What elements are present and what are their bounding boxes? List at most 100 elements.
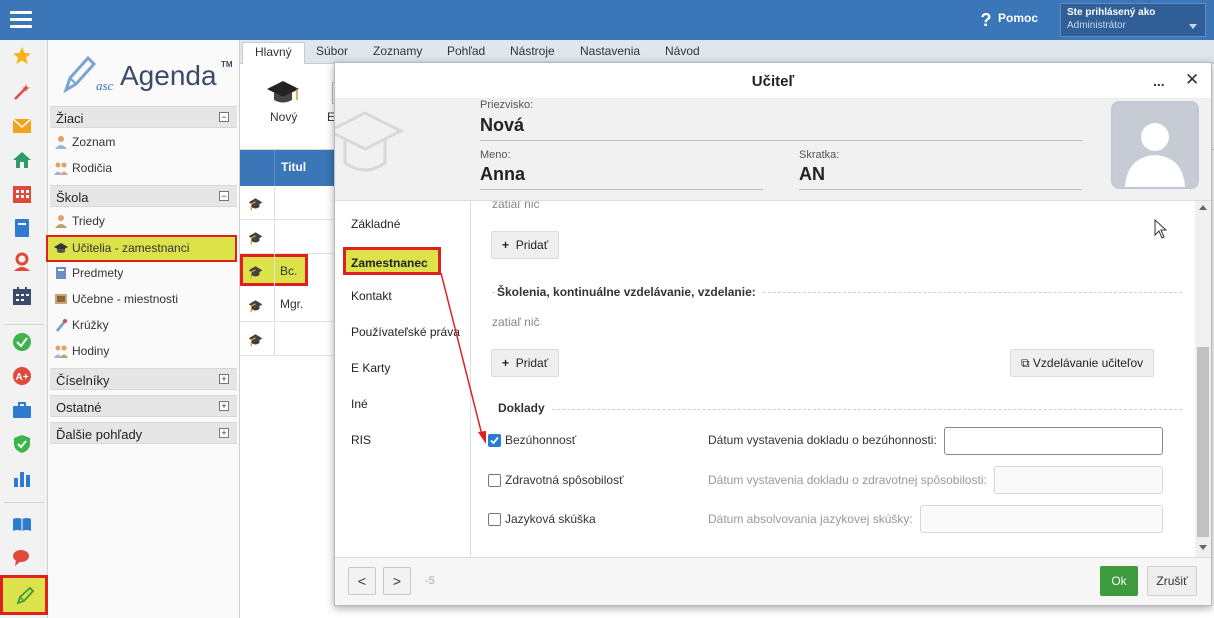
timetable-icon[interactable]: [12, 286, 32, 306]
scroll-thumb[interactable]: [1197, 347, 1209, 537]
tab-pouzivatelske-prava[interactable]: Používateľské práva: [335, 317, 471, 345]
nav-item-predmety[interactable]: Predmety: [52, 262, 235, 284]
svg-text:A+: A+: [15, 372, 28, 383]
nav-item-zoznam[interactable]: Zoznam: [52, 131, 235, 153]
person-icon[interactable]: [12, 252, 32, 272]
nav-item-kruzky[interactable]: Krúžky: [52, 314, 235, 336]
tab-hlavny[interactable]: Hlavný: [242, 42, 305, 65]
jazykova-label[interactable]: Jazyková skúška: [505, 512, 596, 526]
scroll-down-icon[interactable]: [1199, 545, 1207, 550]
expand-icon[interactable]: +: [219, 401, 229, 411]
classroom-icon: [55, 294, 67, 304]
collapse-icon[interactable]: −: [219, 191, 229, 201]
priezvisko-field[interactable]: Nová: [480, 115, 1082, 141]
hamburger-menu-icon[interactable]: [10, 10, 32, 28]
tab-ris[interactable]: RIS: [335, 425, 471, 453]
datum-zdravotna-label: Dátum vystavenia dokladu o zdravotnej sp…: [708, 473, 987, 487]
scrollbar[interactable]: [1195, 201, 1211, 557]
magic-wand-icon[interactable]: [12, 82, 32, 102]
column-titul[interactable]: Titul: [281, 160, 306, 174]
add-button[interactable]: + Pridať: [491, 231, 560, 259]
close-icon[interactable]: ✕: [1185, 70, 1199, 90]
bezuhonnost-label[interactable]: Bezúhonnosť: [505, 433, 576, 447]
skratka-label: Skratka:: [799, 149, 840, 161]
section-ciselniky[interactable]: Číselníky +: [50, 368, 237, 390]
nav-item-hodiny[interactable]: Hodiny: [52, 340, 235, 362]
collapse-icon[interactable]: −: [219, 112, 229, 122]
next-button[interactable]: >: [383, 567, 411, 595]
teacher-education-button[interactable]: ⧉ Vzdelávanie učiteľov: [1010, 349, 1155, 377]
tab-zakladne[interactable]: Základné: [335, 209, 471, 237]
jazykova-checkbox[interactable]: [488, 513, 501, 526]
expand-icon[interactable]: +: [219, 374, 229, 384]
briefcase-icon[interactable]: [12, 400, 32, 420]
bar-chart-icon[interactable]: [12, 468, 32, 488]
skratka-field[interactable]: AN: [799, 164, 1082, 190]
nav-item-kruzky-label: Krúžky: [72, 318, 109, 332]
record-counter: -5: [425, 575, 435, 587]
nav-item-zoznam-label: Zoznam: [72, 135, 116, 149]
table-row[interactable]: 🎓 Mgr.: [240, 288, 334, 322]
new-button[interactable]: Nový: [270, 110, 297, 124]
zdravotna-label[interactable]: Zdravotná spôsobilosť: [505, 473, 624, 487]
doklady-title: Doklady: [492, 401, 551, 415]
section-dalsie-pohlady[interactable]: Ďalšie pohľady +: [50, 422, 237, 444]
tab-pohlad[interactable]: Pohľad: [447, 44, 485, 64]
add-training-button[interactable]: + Pridať: [491, 349, 560, 377]
priezvisko-label: Priezvisko:: [480, 99, 534, 111]
calendar-grid-icon[interactable]: [12, 184, 32, 204]
section-skola[interactable]: Škola −: [50, 185, 237, 207]
section-ostatne[interactable]: Ostatné +: [50, 395, 237, 417]
plus-icon: +: [502, 356, 510, 370]
zdravotna-checkbox[interactable]: [488, 474, 501, 487]
table-row[interactable]: 🎓: [240, 322, 334, 356]
scroll-up-icon[interactable]: [1199, 205, 1207, 210]
graduation-cap-icon: 🎓: [248, 265, 263, 279]
section-ziaci[interactable]: Žiaci −: [50, 106, 237, 128]
home-icon[interactable]: [12, 150, 32, 170]
table-row[interactable]: 🎓: [240, 186, 334, 220]
graduation-cap-icon[interactable]: [266, 78, 300, 108]
tab-navod[interactable]: Návod: [665, 44, 700, 64]
book-icon[interactable]: [12, 218, 32, 238]
previous-button[interactable]: <: [348, 567, 376, 595]
empty-text: zatiaľ nič: [492, 315, 540, 329]
meno-field[interactable]: Anna: [480, 164, 763, 190]
envelope-icon[interactable]: [12, 116, 32, 136]
shield-check-icon[interactable]: [12, 434, 32, 454]
tab-nastavenia[interactable]: Nastavenia: [580, 44, 640, 64]
logo-asc-text: asc: [96, 78, 114, 93]
datum-zdravotna-input[interactable]: [994, 466, 1163, 494]
help-icon[interactable]: ?: [976, 10, 996, 30]
bezuhonnost-checkbox[interactable]: [488, 434, 501, 447]
tab-e-karty[interactable]: E Karty: [335, 353, 471, 381]
nav-item-triedy-label: Triedy: [72, 214, 105, 228]
datum-jazykova-input[interactable]: [920, 505, 1163, 533]
tab-nastroje[interactable]: Nástroje: [510, 44, 555, 64]
open-book-icon[interactable]: [12, 514, 32, 534]
tab-subor[interactable]: Súbor: [316, 44, 348, 64]
user-menu[interactable]: Ste prihlásený ako Administrátor: [1060, 3, 1206, 37]
nav-item-triedy[interactable]: Triedy: [52, 210, 235, 232]
avatar[interactable]: [1111, 101, 1199, 189]
tab-ine[interactable]: Iné: [335, 389, 471, 417]
more-options-icon[interactable]: ...: [1153, 73, 1165, 89]
check-circle-icon[interactable]: [12, 332, 32, 352]
chat-icon[interactable]: [12, 548, 32, 568]
expand-icon[interactable]: +: [219, 428, 229, 438]
table-row[interactable]: 🎓: [240, 220, 334, 254]
plus-circle-icon[interactable]: A+: [12, 366, 32, 386]
nav-item-ucebne[interactable]: Učebne - miestnosti: [52, 288, 235, 310]
nav-item-ucitelia[interactable]: Učitelia - zamestnanci: [46, 235, 237, 262]
help-link[interactable]: Pomoc: [998, 11, 1038, 25]
pencil-icon[interactable]: [0, 575, 48, 615]
ok-button[interactable]: Ok: [1100, 566, 1138, 596]
tab-kontakt[interactable]: Kontakt: [335, 281, 471, 309]
tab-zoznamy[interactable]: Zoznamy: [373, 44, 422, 64]
dialog-header: Priezvisko: Nová Meno: Anna Skratka: AN: [335, 99, 1211, 201]
datum-bezuhonnost-input[interactable]: [944, 427, 1163, 455]
nav-item-rodicia[interactable]: Rodičia: [52, 157, 235, 179]
tab-zamestnanec[interactable]: Zamestnanec: [343, 247, 441, 275]
cancel-button[interactable]: Zrušiť: [1147, 566, 1197, 596]
star-icon[interactable]: [12, 46, 32, 66]
